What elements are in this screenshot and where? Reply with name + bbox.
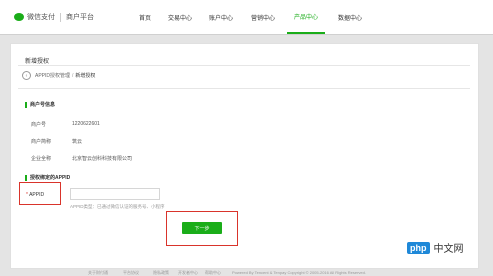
company-name-value: 北京智云创科科技有限公司 bbox=[72, 156, 133, 162]
section-marker bbox=[25, 101, 27, 108]
watermark-text: 中文网 bbox=[433, 244, 464, 255]
nav-label: 账户中心 bbox=[208, 15, 233, 22]
next-step-button[interactable]: 下一步 bbox=[182, 222, 222, 234]
appid-section-heading: 授权绑定的APPID bbox=[25, 174, 70, 181]
breadcrumb-parent-link[interactable]: APPID授权管理 bbox=[35, 72, 70, 79]
footer-link[interactable]: 开发者中心 bbox=[178, 270, 198, 276]
merchant-id-value: 1220622601 bbox=[72, 121, 100, 127]
nav-label: 交易中心 bbox=[167, 15, 192, 22]
nav-item-home[interactable]: 首页 bbox=[130, 0, 160, 34]
merchant-short-name-label: 商户简称 bbox=[31, 139, 52, 145]
nav-item-data[interactable]: 数据中心 bbox=[332, 0, 368, 34]
footer-link[interactable]: 平台协议 bbox=[123, 270, 139, 276]
back-arrow-icon[interactable]: ‹ bbox=[22, 71, 31, 80]
footer-link[interactable]: 关于财付通 bbox=[88, 270, 108, 276]
wechat-pay-logo-icon bbox=[14, 13, 24, 21]
nav-label: 首页 bbox=[138, 15, 151, 22]
nav-label: 产品中心 bbox=[293, 14, 318, 21]
logo-text: 微信支付 bbox=[27, 14, 55, 21]
breadcrumb-divider bbox=[18, 88, 470, 89]
nav-item-products[interactable]: 产品中心 bbox=[287, 0, 325, 34]
company-name-label: 企业全称 bbox=[31, 156, 52, 162]
php-watermark: php 中文网 bbox=[407, 240, 464, 255]
page-title: 新增授权 bbox=[25, 59, 50, 65]
section-heading-text: 商户号信息 bbox=[30, 102, 56, 108]
breadcrumb-separator: / bbox=[72, 72, 74, 79]
nav-label: 数据中心 bbox=[337, 15, 362, 22]
title-divider bbox=[18, 65, 470, 66]
footer-link[interactable]: 帮助中心 bbox=[205, 270, 221, 276]
logo[interactable]: 微信支付 商户平台 bbox=[14, 12, 94, 22]
footer-link[interactable]: 隐私政策 bbox=[153, 270, 169, 276]
php-logo-icon: php bbox=[407, 241, 430, 254]
top-navigation-bar: 微信支付 商户平台 首页 交易中心 账户中心 营销中心 产品中心 数据中心 bbox=[0, 0, 493, 35]
nav-item-trade[interactable]: 交易中心 bbox=[163, 0, 197, 34]
appid-field-label: * APPID bbox=[26, 192, 44, 198]
appid-label-text: APPID bbox=[29, 192, 45, 198]
merchant-short-name-value: 筑云 bbox=[72, 139, 83, 145]
required-mark: * bbox=[26, 192, 28, 198]
footer-copyright: Powered By Tencent & Tenpay Copyright © … bbox=[232, 270, 366, 275]
merchant-id-label: 商户号 bbox=[31, 122, 47, 128]
section-marker bbox=[25, 174, 27, 181]
breadcrumb-current: 新增授权 bbox=[75, 73, 96, 79]
nav-label: 营销中心 bbox=[250, 15, 275, 22]
nav-item-marketing[interactable]: 营销中心 bbox=[246, 0, 280, 34]
appid-input[interactable] bbox=[70, 188, 160, 200]
appid-hint: APPID类型：已通过微信认证的服务号、小程序 bbox=[70, 204, 165, 209]
merchant-section-heading: 商户号信息 bbox=[25, 101, 55, 108]
logo-divider bbox=[60, 12, 61, 22]
logo-subtitle: 商户平台 bbox=[66, 14, 94, 21]
section-heading-text: 授权绑定的APPID bbox=[30, 175, 71, 181]
breadcrumb: ‹ APPID授权管理 / 新增授权 bbox=[22, 71, 95, 80]
nav-item-account[interactable]: 账户中心 bbox=[204, 0, 238, 34]
